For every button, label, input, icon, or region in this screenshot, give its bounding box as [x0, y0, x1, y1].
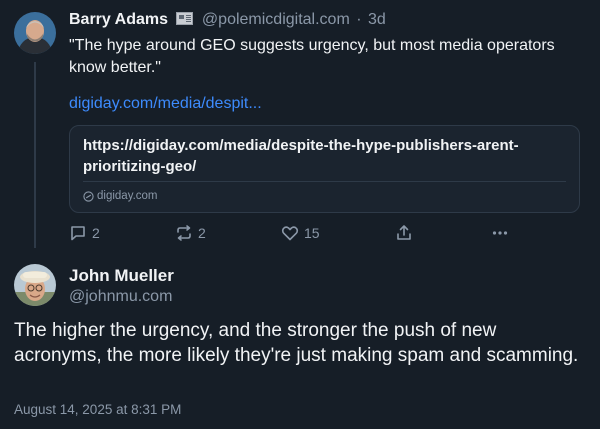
repost-icon	[177, 225, 191, 241]
parent-post-link[interactable]: digiday.com/media/despit...	[69, 95, 262, 113]
card-divider	[83, 181, 566, 182]
more-options-button[interactable]	[491, 224, 509, 242]
parent-post-text: "The hype around GEO suggests urgency, b…	[69, 37, 555, 76]
parent-post-header: Barry Adams @polemicdigital.com · 3d	[69, 11, 386, 29]
repost-count: 2	[198, 225, 206, 241]
reply-icon	[71, 226, 85, 241]
avatar-john-mueller[interactable]	[14, 264, 56, 306]
separator-dot: ·	[356, 11, 362, 28]
card-domain-row: digiday.com	[83, 190, 158, 202]
reply-count: 2	[92, 225, 100, 241]
heart-icon	[281, 226, 299, 241]
more-horizontal-icon	[492, 231, 508, 235]
like-button[interactable]: 15	[281, 224, 320, 242]
share-icon	[397, 225, 411, 240]
repost-button[interactable]: 2	[175, 224, 206, 242]
post-time[interactable]: 3d	[368, 11, 386, 28]
globe-icon	[83, 190, 94, 202]
author-name[interactable]: Barry Adams	[69, 11, 168, 28]
link-preview-card[interactable]: https://digiday.com/media/despite-the-hy…	[69, 125, 580, 213]
thread-line	[34, 62, 36, 248]
post-timestamp[interactable]: August 14, 2025 at 8:31 PM	[14, 402, 181, 417]
avatar-image	[14, 12, 56, 54]
avatar-barry-adams[interactable]	[14, 12, 56, 54]
author-handle[interactable]: @polemicdigital.com	[202, 11, 350, 28]
main-post-text: The higher the urgency, and the stronger…	[14, 320, 579, 366]
author-handle[interactable]: @johnmu.com	[69, 288, 172, 306]
reply-button[interactable]: 2	[69, 224, 100, 242]
card-domain: digiday.com	[97, 190, 158, 202]
newspaper-icon	[176, 12, 194, 25]
share-button[interactable]	[395, 224, 413, 242]
post-actions: 2 2 15	[0, 224, 600, 244]
like-count: 15	[304, 225, 320, 241]
card-url: https://digiday.com/media/despite-the-hy…	[83, 137, 519, 175]
author-name[interactable]: John Mueller	[69, 266, 174, 286]
avatar-image	[14, 264, 56, 306]
